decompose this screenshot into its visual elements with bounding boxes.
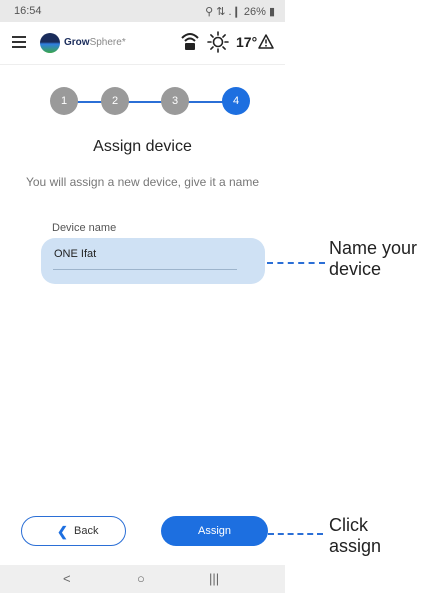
annotation-name-device: Name your device: [329, 238, 417, 280]
annotation-click-assign: Click assign: [329, 515, 381, 557]
step-2: 2: [101, 87, 129, 115]
field-underline: [53, 269, 237, 270]
progress-stepper: 1 2 3 4: [0, 87, 285, 117]
nav-back-icon[interactable]: <: [63, 571, 71, 586]
status-bar: 16:54 ⚲ ⇅ .❙ 26% ▮: [0, 0, 285, 22]
step-4-active: 4: [222, 87, 250, 115]
growsphere-logo-icon: [40, 33, 60, 53]
nav-recents-icon[interactable]: |||: [209, 571, 219, 586]
wifi-signal-icon[interactable]: [180, 30, 200, 52]
annotation-connector-name: [267, 262, 325, 264]
app-bar: GrowSphere* 17°: [0, 22, 285, 65]
warning-icon[interactable]: [258, 34, 274, 49]
brand-name: GrowSphere*: [64, 37, 126, 48]
hamburger-menu-icon[interactable]: [12, 36, 26, 48]
page-title: Assign device: [93, 138, 192, 155]
annotation-assign-line2: assign: [329, 536, 382, 556]
device-name-label: Device name: [52, 222, 117, 234]
back-button[interactable]: ❮ Back: [21, 516, 126, 546]
annotation-connector-assign: [268, 533, 323, 535]
step-3: 3: [161, 87, 189, 115]
assign-button[interactable]: Assign: [161, 516, 268, 546]
page-subtitle: You will assign a new device, give it a …: [25, 175, 260, 189]
chevron-left-icon: ❮: [57, 524, 68, 539]
step-1: 1: [50, 87, 78, 115]
annotation-name-line1: Name your: [329, 238, 418, 258]
system-nav-bar: < ○ |||: [0, 565, 285, 593]
stepper-line: [71, 101, 233, 103]
temperature-readout: 17°: [236, 34, 258, 50]
phone-screen: 16:54 ⚲ ⇅ .❙ 26% ▮ GrowSphere* 17° 1 2 3…: [0, 0, 285, 593]
sun-icon: [207, 31, 229, 53]
brand-light: Sphere: [89, 37, 122, 48]
annotation-name-line2: device: [329, 259, 382, 279]
back-button-label: Back: [74, 525, 99, 537]
device-name-value[interactable]: ONE Ifat: [54, 248, 96, 260]
device-name-field[interactable]: ONE Ifat: [41, 238, 265, 284]
brand-bold: Grow: [64, 37, 90, 48]
status-time: 16:54: [14, 5, 42, 17]
nav-home-icon[interactable]: ○: [137, 571, 145, 586]
annotation-assign-line1: Click: [329, 515, 368, 535]
brand-mark: *: [121, 37, 126, 48]
status-indicators: ⚲ ⇅ .❙ 26% ▮: [205, 6, 275, 18]
